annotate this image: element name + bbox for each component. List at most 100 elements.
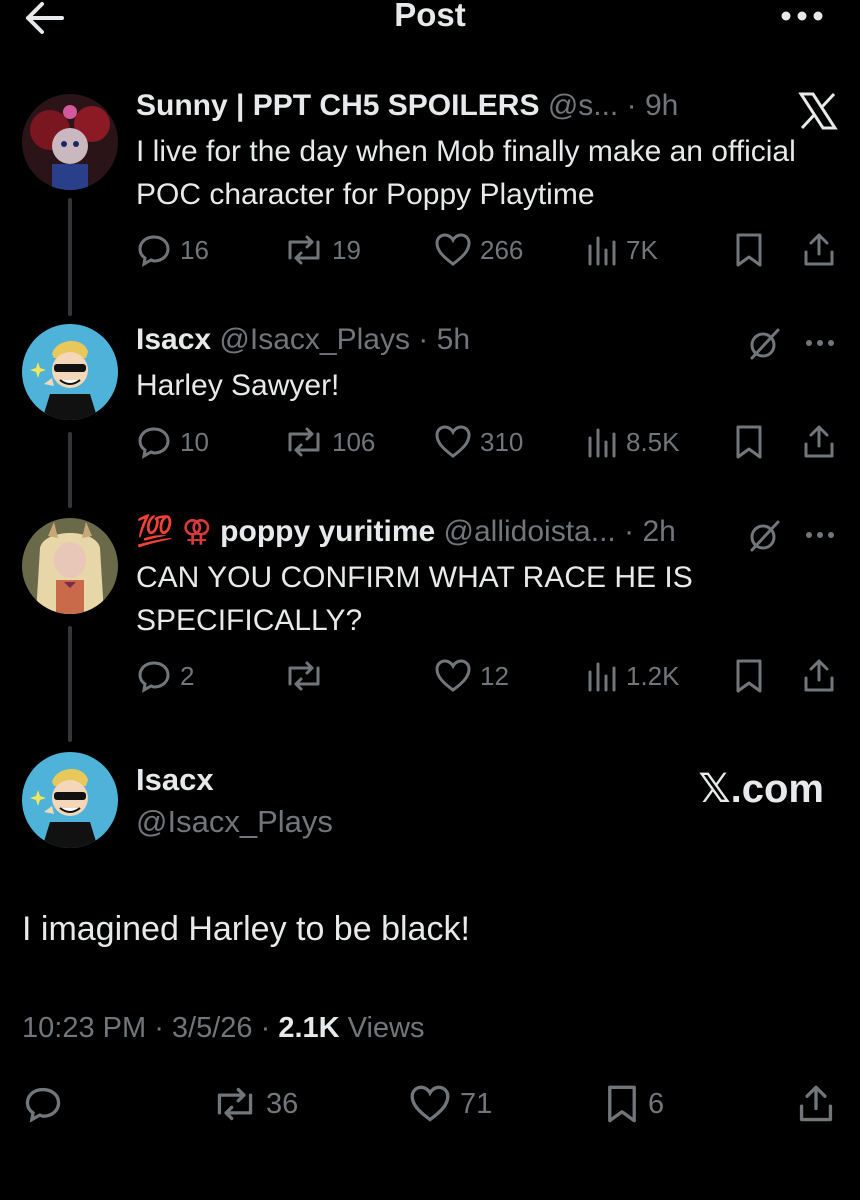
- sunglasses-character-avatar-icon: [22, 752, 118, 848]
- separator-dot: ·: [418, 323, 429, 356]
- post-text: Harley Sawyer!: [136, 369, 340, 402]
- bookmark-button[interactable]: [734, 424, 764, 460]
- reply-button[interactable]: 10: [136, 424, 209, 460]
- reply-count: 2: [180, 660, 195, 691]
- x-logo-icon: [798, 92, 838, 130]
- share-button[interactable]: [802, 658, 836, 694]
- repost-count: 19: [332, 234, 361, 265]
- author-handle[interactable]: @s...: [548, 89, 618, 122]
- author-name[interactable]: poppy yuritime: [220, 515, 435, 548]
- heart-icon: [410, 1085, 450, 1122]
- bookmark-button[interactable]: [734, 232, 764, 268]
- like-count: 266: [480, 234, 524, 265]
- share-icon: [804, 425, 834, 458]
- author-name[interactable]: Isacx: [136, 762, 214, 798]
- avatar[interactable]: [22, 324, 118, 420]
- author-handle[interactable]: @Isacx_Plays: [136, 804, 333, 840]
- share-button[interactable]: [802, 232, 836, 268]
- bookmark-count: 6: [648, 1087, 665, 1120]
- views-count: 1.2K: [626, 660, 680, 691]
- views-button[interactable]: 8.5K: [586, 424, 680, 460]
- grok-icon[interactable]: [746, 326, 782, 362]
- separator-dot: ·: [624, 515, 635, 548]
- post-text: I imagined Harley to be black!: [22, 910, 470, 948]
- like-button[interactable]: 71: [408, 1085, 493, 1122]
- heart-icon: [435, 425, 471, 458]
- bookmark-icon: [736, 425, 762, 459]
- like-count: 310: [480, 426, 524, 457]
- views-count[interactable]: 2.1K: [278, 1012, 339, 1044]
- author-name[interactable]: Sunny | PPT CH5 SPOILERS: [136, 89, 539, 122]
- reply-icon: [25, 1087, 61, 1123]
- thread-line: [68, 432, 72, 508]
- repost-button[interactable]: 106: [284, 424, 375, 460]
- repost-icon: [288, 235, 320, 265]
- author-handle[interactable]: @allidoista...: [444, 515, 616, 548]
- like-button[interactable]: 266: [434, 232, 523, 268]
- post-text: CAN YOU CONFIRM WHAT RACE HE IS SPECIFIC…: [136, 561, 693, 637]
- separator-dot: ·: [626, 89, 637, 122]
- repost-count: 106: [332, 426, 376, 457]
- bookmark-icon: [608, 1085, 636, 1123]
- more-options-icon[interactable]: [780, 8, 824, 24]
- sunglasses-character-avatar-icon: [22, 324, 118, 420]
- more-options-icon[interactable]: [804, 530, 836, 540]
- x-com-watermark: 𝕏.com: [698, 767, 824, 811]
- bookmark-icon: [736, 659, 762, 693]
- repost-icon: [288, 661, 320, 691]
- more-options-icon[interactable]: [804, 338, 836, 348]
- share-icon: [799, 1085, 833, 1122]
- top-bar: Post: [0, 0, 860, 40]
- author-handle[interactable]: @Isacx_Plays: [219, 323, 410, 356]
- post-text: I live for the day when Mob finally make…: [136, 135, 796, 211]
- bookmark-button[interactable]: 6: [604, 1085, 665, 1123]
- views-count: 8.5K: [626, 426, 680, 457]
- author-name[interactable]: Isacx: [136, 323, 211, 356]
- action-bar: 16 19 266 7K: [136, 232, 836, 268]
- avatar[interactable]: [22, 94, 118, 190]
- views-button[interactable]: 1.2K: [586, 658, 680, 694]
- reply-button[interactable]: 16: [136, 232, 209, 268]
- views-label: Views: [347, 1012, 425, 1044]
- repost-button[interactable]: 19: [284, 232, 361, 268]
- share-icon: [804, 659, 834, 692]
- post-header: Isacx @Isacx_Plays · 5h: [136, 322, 470, 358]
- emoji-prefix: 💯 ⚢: [136, 515, 212, 548]
- reply-button[interactable]: [22, 1086, 64, 1123]
- reply-button[interactable]: 2: [136, 658, 194, 694]
- grok-icon[interactable]: [746, 518, 782, 554]
- reply-icon: [138, 427, 170, 459]
- reply-icon: [138, 661, 170, 693]
- like-count: 12: [480, 660, 509, 691]
- avatar[interactable]: [22, 752, 118, 848]
- post-header: Sunny | PPT CH5 SPOILERS @s... · 9h: [136, 88, 678, 124]
- reply-count: 16: [180, 234, 209, 265]
- main-action-bar: 36 71 6: [0, 1085, 860, 1126]
- repost-count: 36: [266, 1087, 299, 1120]
- post-header: 💯 ⚢ poppy yuritime @allidoista... · 2h: [136, 514, 676, 550]
- heart-icon: [435, 233, 471, 266]
- heart-icon: [435, 659, 471, 692]
- views-chart-icon: [588, 428, 616, 458]
- share-button[interactable]: [802, 424, 836, 460]
- bookmark-button[interactable]: [734, 658, 764, 694]
- like-button[interactable]: 12: [434, 658, 509, 694]
- separator-dot: ·: [154, 1012, 172, 1044]
- views-button[interactable]: 7K: [586, 232, 658, 268]
- page-title: Post: [394, 0, 466, 33]
- avatar[interactable]: [22, 518, 118, 614]
- reply-count: 10: [180, 426, 209, 457]
- repost-button[interactable]: [284, 658, 332, 694]
- repost-button[interactable]: 36: [212, 1086, 298, 1122]
- share-icon: [804, 233, 834, 266]
- like-count: 71: [460, 1087, 493, 1120]
- action-bar: 2 12 1.2K: [136, 658, 836, 694]
- post-time: 2h: [642, 515, 676, 548]
- post-time: 10:23 PM: [22, 1012, 147, 1044]
- like-button[interactable]: 310: [434, 424, 523, 460]
- thread-line: [68, 626, 72, 742]
- thread-line: [68, 198, 72, 316]
- repost-icon: [217, 1087, 253, 1121]
- share-button[interactable]: [796, 1085, 836, 1122]
- poppy-doll-avatar-icon: [22, 94, 118, 190]
